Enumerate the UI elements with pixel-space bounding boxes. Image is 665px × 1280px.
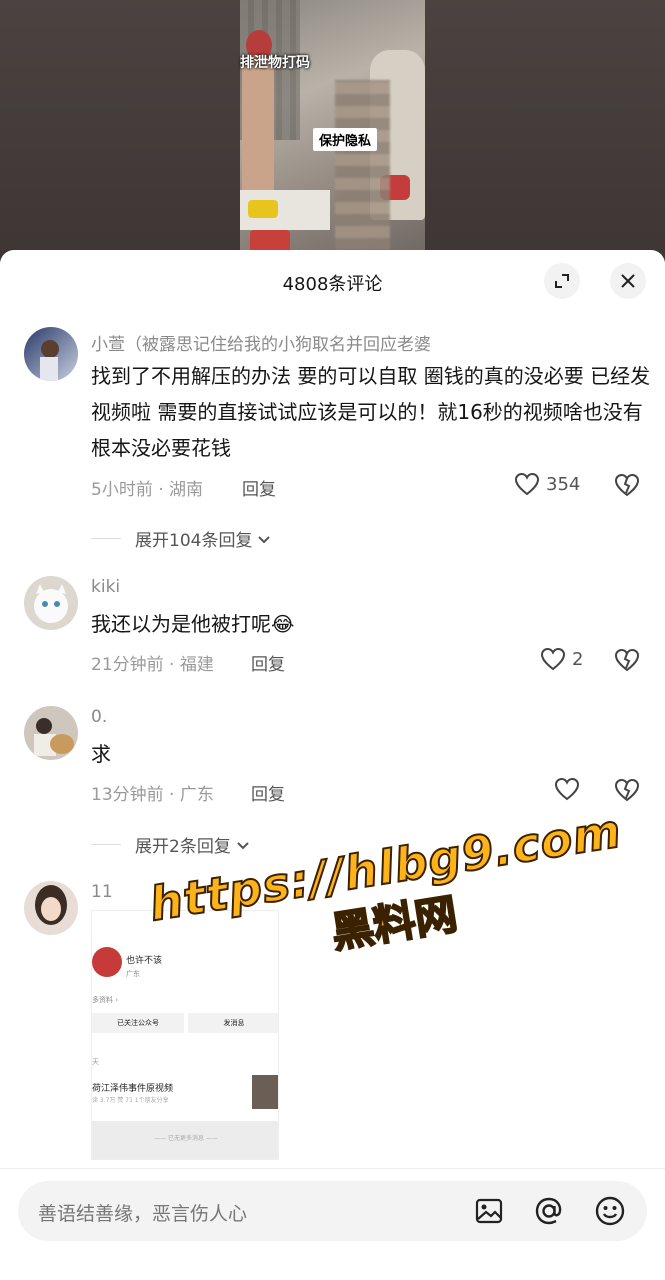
avatar[interactable] — [24, 576, 78, 630]
image-icon — [475, 1198, 503, 1224]
like-count: 2 — [572, 648, 584, 670]
comment-username[interactable]: 小萱（被露思记住给我的小狗取名并回应老婆 — [91, 330, 431, 355]
comment-text: 求 — [91, 742, 111, 766]
reply-button[interactable]: 回复 — [251, 780, 285, 805]
reply-button[interactable]: 回复 — [251, 650, 285, 675]
divider-line — [91, 844, 121, 845]
expand-replies-label: 展开104条回复 — [135, 531, 253, 551]
comment-meta: 21分钟前 · 福建 — [91, 655, 214, 675]
close-button[interactable] — [610, 263, 646, 299]
like-count: 354 — [546, 473, 581, 495]
embed-avatar — [92, 947, 122, 977]
avatar-image — [35, 885, 67, 925]
comment-username[interactable]: 11 — [91, 882, 113, 902]
comment-text: 我还以为是他被打呢😂 — [91, 606, 651, 642]
privacy-label: 保护隐私 — [313, 128, 378, 151]
avatar-image — [40, 340, 59, 381]
avatar[interactable] — [24, 706, 78, 760]
heart-icon — [514, 472, 540, 496]
broken-heart-icon — [614, 648, 640, 672]
heart-icon — [554, 777, 580, 801]
embed-data-link: 多资料 › — [92, 996, 119, 1004]
divider — [0, 1168, 665, 1169]
chevron-down-icon — [237, 841, 249, 849]
dislike-button[interactable] — [614, 473, 640, 501]
like-button[interactable]: 354 — [514, 472, 580, 496]
broken-heart-icon — [614, 473, 640, 497]
mention-button[interactable] — [532, 1194, 566, 1228]
dislike-button[interactable] — [614, 648, 640, 676]
cat-avatar-image — [34, 584, 68, 623]
comment-meta: 13分钟前 · 广东 — [91, 785, 214, 805]
privacy-mosaic — [335, 80, 390, 250]
smiley-icon — [595, 1196, 625, 1226]
expand-sheet-button[interactable] — [544, 263, 580, 299]
chevron-down-icon — [258, 535, 271, 543]
expand-icon — [555, 274, 569, 288]
comment-input[interactable]: 善语结善缘，恶言伤人心 — [38, 1199, 247, 1226]
embed-follow-button: 已关注公众号 — [92, 1013, 184, 1033]
close-icon — [621, 274, 635, 288]
embed-video-thumbnail — [252, 1075, 278, 1109]
heart-icon — [540, 647, 566, 671]
broken-heart-icon — [614, 778, 640, 802]
avatar-image — [34, 718, 74, 756]
comment-username[interactable]: 0. — [91, 707, 107, 727]
at-icon — [535, 1197, 562, 1225]
embed-message-button: 发消息 — [188, 1013, 278, 1033]
embed-location: 广东 — [126, 970, 140, 978]
reply-button[interactable]: 回复 — [242, 475, 276, 500]
video-content — [248, 200, 278, 218]
image-button[interactable] — [472, 1194, 506, 1228]
comment-username[interactable]: kiki — [91, 577, 120, 597]
avatar[interactable] — [24, 881, 78, 935]
divider-line — [91, 538, 121, 539]
avatar[interactable] — [24, 327, 78, 381]
video-content — [242, 55, 274, 205]
comment-text: 找到了不用解压的办法 要的可以自取 圈钱的真的没必要 已经发视频啦 需要的直接试… — [91, 364, 651, 460]
like-button[interactable]: 2 — [540, 647, 583, 671]
like-button[interactable] — [554, 777, 580, 801]
laughing-crying-emoji: 😂 — [271, 612, 295, 636]
expand-replies-button[interactable]: 展开2条回复 — [91, 832, 252, 857]
comment-meta: 5小时前 · 湖南 — [91, 480, 204, 500]
expand-replies-button[interactable]: 展开104条回复 — [91, 526, 273, 551]
comment-input-bar[interactable]: 善语结善缘，恶言伤人心 — [18, 1181, 647, 1241]
video-caption: 排泄物打码 — [240, 55, 310, 71]
embed-footer: —— 已无更多消息 —— — [92, 1121, 278, 1159]
comment-text-body: 我还以为是他被打呢 — [91, 612, 271, 636]
embed-tag: 天 — [92, 1058, 99, 1066]
dislike-button[interactable] — [614, 778, 640, 806]
embed-article-title: 荷江泽伟事件原视频 — [92, 1084, 174, 1094]
emoji-button[interactable] — [593, 1194, 627, 1228]
embed-article-stats: 读 3.7万 赞 71 1个朋友分享 — [92, 1097, 169, 1104]
expand-replies-label: 展开2条回复 — [135, 837, 231, 857]
